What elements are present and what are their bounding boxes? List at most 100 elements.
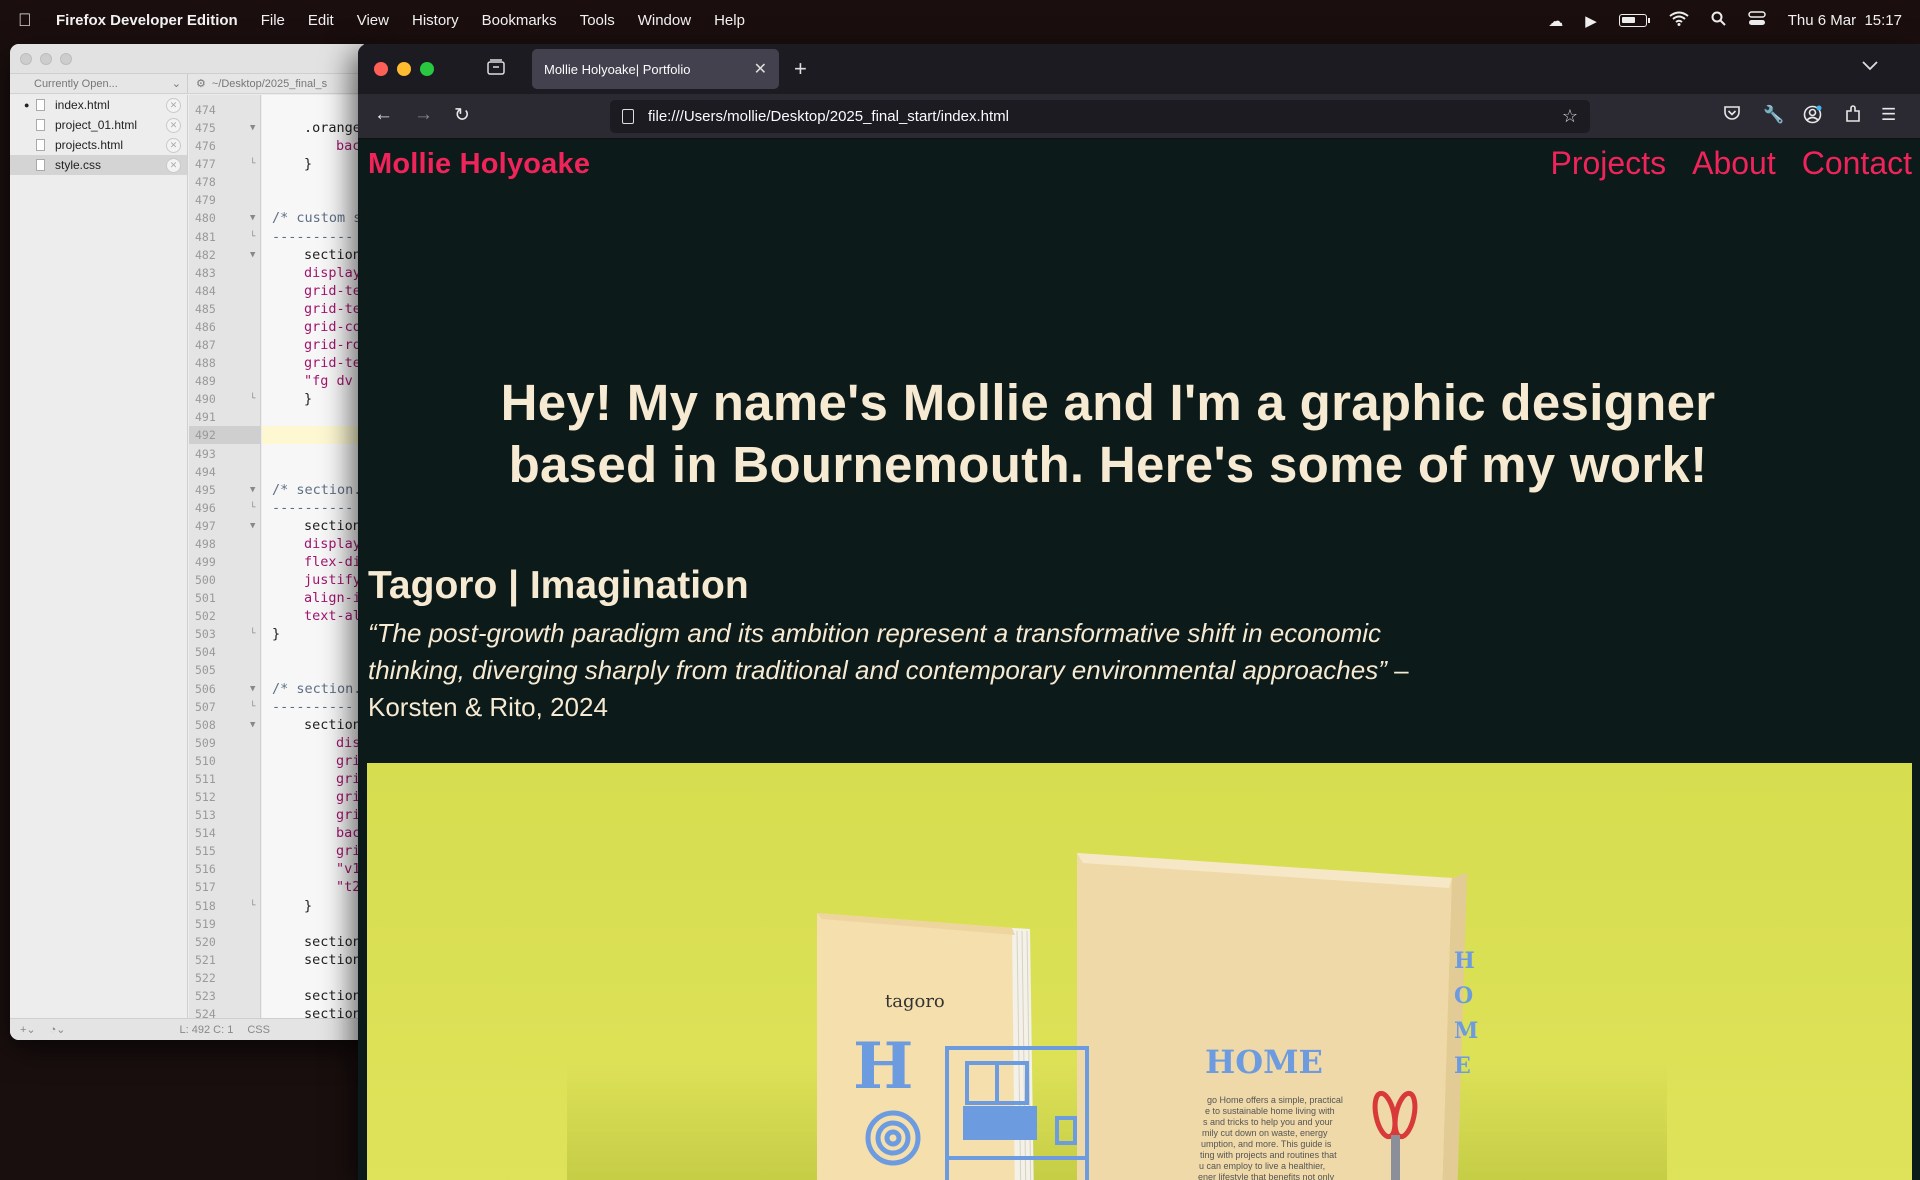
add-icon[interactable]: +⌄ (20, 1023, 36, 1036)
svg-text:M: M (1454, 1018, 1478, 1044)
menu-tools[interactable]: Tools (580, 12, 615, 29)
control-center-icon[interactable] (1748, 11, 1766, 30)
fold-toggle-icon[interactable]: ▼ (250, 680, 255, 698)
battery-icon[interactable] (1618, 14, 1650, 27)
history-icon[interactable]: ◔⌄ (50, 1023, 66, 1036)
minimize-window-button[interactable] (397, 62, 411, 76)
menu-bookmarks[interactable]: Bookmarks (482, 12, 557, 29)
wrench-icon[interactable]: 🔧 (1763, 105, 1784, 125)
file-name: projects.html (55, 138, 124, 152)
nav-contact[interactable]: Contact (1802, 145, 1912, 182)
nav-about[interactable]: About (1692, 145, 1776, 182)
forward-arrow-icon[interactable]: → (414, 104, 433, 126)
svg-text:O: O (1454, 983, 1473, 1009)
menu-view[interactable]: View (357, 12, 389, 29)
menu-history[interactable]: History (412, 12, 459, 29)
open-file-item[interactable]: project_01.html ✕ (10, 115, 187, 135)
menu-window[interactable]: Window (638, 12, 691, 29)
pocket-icon[interactable] (1723, 105, 1741, 126)
menu-file[interactable]: File (261, 12, 285, 29)
menu-clock[interactable]: Thu 6 Mar 15:17 (1788, 12, 1902, 29)
menu-edit[interactable]: Edit (308, 12, 334, 29)
line-number-gutter: 474 475 ▼ 476 477 └ 478 479 480 ▼ 481 └ 482 ▼ 483 484 48… (189, 95, 261, 1021)
open-file-item[interactable]: ● index.html ✕ (10, 95, 187, 115)
code-area[interactable]: .orange back}/* custom s ---------- section… (262, 95, 370, 1022)
line-number-text: 498 (195, 536, 216, 551)
portfolio-page: Mollie Holyoake Projects About Contact H… (358, 139, 1920, 1180)
status-language[interactable]: CSS (247, 1024, 270, 1036)
fold-toggle-icon[interactable]: └ (250, 155, 255, 173)
menu-help[interactable]: Help (714, 12, 745, 29)
url-bar[interactable]: file:///Users/mollie/Desktop/2025_final_… (610, 100, 1590, 133)
fold-toggle-icon[interactable]: ▼ (250, 209, 255, 227)
close-file-icon[interactable]: ✕ (166, 117, 181, 133)
new-tab-icon[interactable]: + (794, 56, 807, 82)
line-number: 481 └ (195, 228, 261, 246)
open-files-list: ● index.html ✕ project_01.html ✕ projects.htm… (10, 95, 188, 1018)
code-line: "t2 (336, 879, 361, 896)
page-icon (622, 109, 634, 124)
chevron-down-icon[interactable] (1862, 58, 1878, 76)
close-file-icon[interactable]: ✕ (166, 137, 181, 153)
fold-toggle-icon[interactable]: ▼ (250, 481, 255, 499)
open-file-item[interactable]: projects.html ✕ (10, 135, 187, 155)
site-logo[interactable]: Mollie Holyoake (368, 148, 590, 181)
back-arrow-icon[interactable]: ← (374, 104, 393, 126)
line-number: 511 (195, 770, 261, 788)
search-icon[interactable] (1711, 11, 1726, 30)
fold-toggle-icon[interactable]: └ (250, 897, 255, 915)
close-file-icon[interactable]: ✕ (166, 157, 181, 173)
fold-toggle-icon[interactable]: └ (250, 698, 255, 716)
close-file-icon[interactable]: ✕ (166, 97, 181, 113)
line-number: 523 (195, 987, 261, 1005)
line-number: 519 (195, 915, 261, 933)
fold-toggle-icon[interactable]: ▼ (250, 716, 255, 734)
project-mockup-image[interactable]: H O M E HOME go Home offers a simple, pr… (367, 763, 1912, 1180)
line-number: 515 (195, 842, 261, 860)
apple-icon[interactable]:  (18, 10, 40, 31)
fold-toggle-icon[interactable]: ▼ (250, 517, 255, 535)
zoom-window-button[interactable] (420, 62, 434, 76)
firefox-view-icon[interactable] (470, 58, 522, 80)
line-number-text: 499 (195, 555, 216, 569)
fold-toggle-icon[interactable]: ▼ (250, 246, 255, 264)
hamburger-menu-icon[interactable]: ☰ (1881, 105, 1896, 125)
chevron-down-icon: ⌄ (171, 78, 181, 90)
line-number-text: 513 (195, 808, 216, 823)
close-icon[interactable]: ✕ (754, 59, 767, 79)
open-files-dropdown[interactable]: Currently Open... ⌄ (10, 74, 188, 93)
fold-toggle-icon[interactable]: └ (250, 390, 255, 408)
tab-portfolio[interactable]: Mollie Holyoake| Portfolio ✕ (532, 49, 779, 89)
line-number: 486 (195, 318, 261, 336)
zoom-window-button[interactable] (60, 52, 72, 65)
project-title[interactable]: Tagoro | Imagination (368, 564, 749, 608)
close-window-button[interactable] (374, 62, 388, 76)
fold-toggle-icon[interactable]: └ (250, 625, 255, 643)
wifi-icon[interactable] (1669, 11, 1689, 30)
menu-app-name[interactable]: Firefox Developer Edition (56, 12, 238, 29)
line-number: 487 (195, 336, 261, 354)
code-line: } (304, 156, 313, 173)
line-number-text: 501 (195, 591, 216, 606)
close-window-button[interactable] (20, 52, 32, 65)
extensions-icon[interactable] (1845, 105, 1861, 128)
line-number-text: 491 (195, 410, 216, 425)
line-number: 508 ▼ (195, 716, 261, 734)
fold-toggle-icon[interactable]: ▼ (250, 119, 255, 137)
play-icon[interactable]: ▶ (1585, 12, 1597, 30)
code-line: .orange (304, 120, 361, 137)
line-number: 505 (195, 661, 261, 679)
reload-icon[interactable]: ↻ (454, 104, 470, 127)
open-file-item[interactable]: style.css ✕ (10, 155, 187, 175)
minimize-window-button[interactable] (40, 52, 52, 65)
gear-icon[interactable]: ⚙ (196, 77, 206, 90)
line-number-text: 506 (195, 681, 216, 696)
line-number-text: 519 (195, 916, 216, 931)
fold-toggle-icon[interactable]: └ (250, 228, 255, 246)
nav-projects[interactable]: Projects (1551, 145, 1667, 182)
cloud-sync-icon[interactable]: ☁ (1548, 12, 1563, 30)
path-bar[interactable]: ⚙ ~/Desktop/2025_final_s (188, 74, 327, 93)
account-icon[interactable] (1803, 105, 1822, 129)
bookmark-star-icon[interactable]: ☆ (1562, 106, 1578, 127)
fold-toggle-icon[interactable]: └ (250, 499, 255, 517)
